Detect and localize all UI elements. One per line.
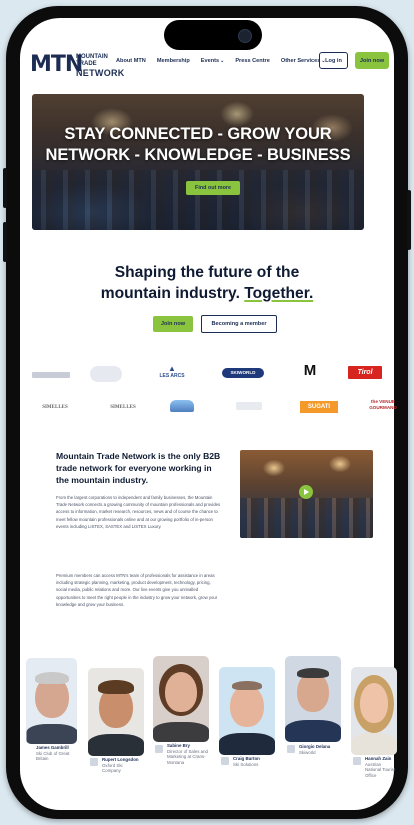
- video-crowd: [240, 498, 373, 538]
- nav-links: About MTN Membership Events⌄ Press Centr…: [116, 58, 337, 64]
- partner-logo: [90, 366, 122, 382]
- about-paragraph-1: From the largest corporations to indepen…: [56, 495, 221, 529]
- partner-logo-simelles: SIMELLES: [110, 405, 136, 410]
- login-button[interactable]: Log in: [319, 52, 348, 69]
- partner-logo-tirol: Tirol: [348, 366, 382, 379]
- partner-logo-simelles: SIMELLES: [42, 405, 68, 410]
- join-now-button-secondary[interactable]: Join now: [153, 316, 193, 332]
- mtn-logo[interactable]: MTN MOUNTAIN TRADE NETWORK: [30, 50, 124, 80]
- team-member-photo: [153, 656, 209, 742]
- partner-logo-venue-gourmand: the VENUE GOURMAND: [369, 399, 397, 410]
- nav-press-centre[interactable]: Press Centre: [235, 58, 270, 64]
- chevron-down-icon: ⌄: [220, 58, 225, 64]
- partner-logo-skiworld: SKIWORLD: [222, 368, 264, 378]
- nav-about[interactable]: About MTN: [116, 58, 146, 64]
- becoming-a-member-button[interactable]: Becoming a member: [201, 315, 277, 333]
- dynamic-island: [164, 20, 262, 50]
- mountain-icon: ▲: [168, 364, 176, 373]
- partner-logo: [236, 402, 262, 410]
- logo-mark: MTN: [30, 52, 83, 77]
- company-logo: [287, 745, 295, 753]
- team-member-name: Craig Burton Ski Solutions: [233, 756, 260, 767]
- company-logo: [221, 757, 229, 765]
- nav-membership[interactable]: Membership: [157, 58, 190, 64]
- team-member-photo: [26, 658, 77, 744]
- team-member-name: James Gambrill Ski Club of Great Britain: [36, 745, 70, 761]
- webpage: MTN MOUNTAIN TRADE NETWORK About MTN Mem…: [0, 0, 414, 825]
- company-logo: [155, 745, 163, 753]
- find-out-more-button[interactable]: Find out more: [186, 181, 240, 195]
- camera-icon: [238, 29, 252, 43]
- partner-logo-m: M: [303, 362, 317, 379]
- company-logo: [353, 757, 361, 765]
- company-logo: [90, 758, 98, 766]
- hero-banner: STAY CONNECTED - GROW YOUR NETWORK - KNO…: [32, 94, 364, 230]
- team-member-photo: [219, 667, 275, 755]
- tagline: Shaping the future of the mountain indus…: [0, 262, 414, 304]
- nav-events[interactable]: Events⌄: [201, 58, 225, 64]
- tagline-underlined-word: Together.: [244, 285, 314, 302]
- join-now-button[interactable]: Join now: [355, 52, 389, 69]
- team-member-photo: [285, 656, 341, 742]
- tagline-line-1: Shaping the future of the: [114, 264, 300, 281]
- hero-title: STAY CONNECTED - GROW YOUR NETWORK - KNO…: [32, 124, 364, 166]
- hero-title-line-2: NETWORK - KNOWLEDGE - BUSINESS: [45, 146, 351, 164]
- about-paragraph-2: Premium members can access MTN's team of…: [56, 573, 218, 607]
- logo-line-3: NETWORK: [76, 68, 125, 78]
- partner-logo-sugati: SUGATI: [300, 401, 338, 413]
- partner-logo: [32, 372, 70, 378]
- team-member-photo: [351, 667, 397, 755]
- team-member-name: Sabine Bry Director of Sales and Marketin…: [167, 743, 208, 765]
- team-member-name: Rupert Longsdon Oxford Ski Company: [102, 757, 139, 773]
- team-member-name: Giorgio Delana Skiworld: [299, 744, 331, 755]
- partner-logo: [170, 400, 194, 412]
- team-member-name: Hannah Zain Austrian National Tourist Off…: [365, 756, 396, 778]
- play-icon[interactable]: [299, 485, 313, 499]
- team-member-photo: [88, 668, 144, 756]
- tagline-line-2: mountain industry. Together.: [100, 285, 314, 302]
- hero-title-line-1: STAY CONNECTED - GROW YOUR: [64, 125, 332, 143]
- about-title: Mountain Trade Network is the only B2B t…: [56, 451, 221, 485]
- partner-logo-les-arcs: ▲ LES ARCS: [156, 364, 188, 379]
